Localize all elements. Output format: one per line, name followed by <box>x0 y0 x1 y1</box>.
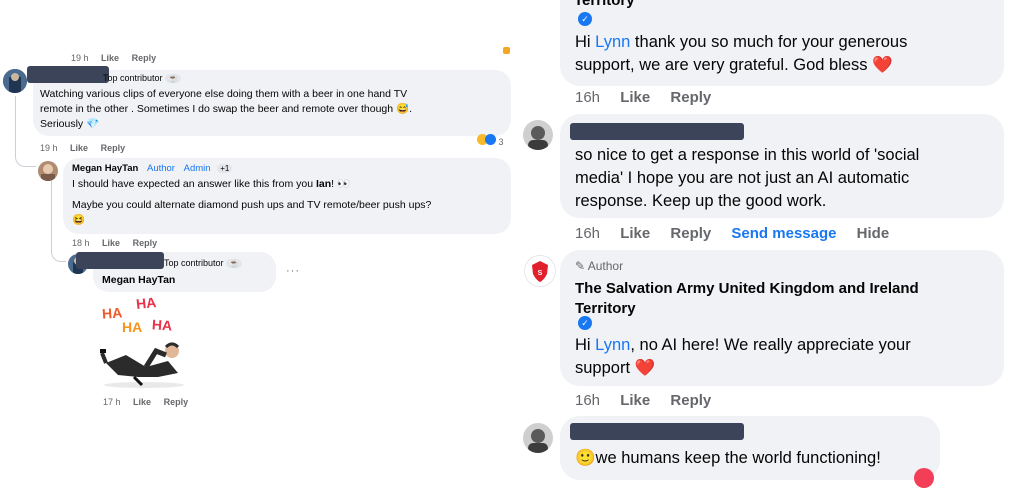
timestamp: 18 h <box>72 238 90 248</box>
author-label: ✎ Author <box>575 259 624 273</box>
comment-text: 🙂we humans keep the world functioning! <box>575 449 881 467</box>
pen-icon: ✎ <box>575 259 586 273</box>
hide-button[interactable]: Hide <box>857 225 890 242</box>
sticker-text: HA <box>135 293 158 313</box>
love-reaction-icon[interactable] <box>914 468 934 488</box>
comment-text: Hi Lynn thank you so much for your gener… <box>575 33 908 74</box>
mention-link[interactable]: Ian <box>316 178 331 190</box>
thread-line <box>51 180 52 248</box>
top-contributor-badge: Top contributor ☕ <box>103 73 182 83</box>
reply-button[interactable]: Reply <box>164 397 189 407</box>
trophy-icon: ☕ <box>165 74 182 83</box>
comment-text: Watching various clips of everyone else … <box>40 88 413 130</box>
like-reaction-icon <box>485 134 496 145</box>
timestamp: 16h <box>575 392 601 409</box>
redacted-name <box>570 423 744 440</box>
comment-meta: 16h Like Reply <box>575 392 727 409</box>
comment-meta: 16h Like Reply Send message Hide <box>575 225 905 242</box>
redacted-name <box>570 123 744 140</box>
send-message-button[interactable]: Send message <box>731 225 836 242</box>
timestamp: 16h <box>575 89 601 106</box>
comment-meta: 16h Like Reply <box>575 89 727 106</box>
reply-button[interactable]: Reply <box>670 392 711 409</box>
author-name[interactable]: Megan HayTan <box>72 163 138 174</box>
reply-button[interactable]: Reply <box>670 225 711 242</box>
top-contributor-badge: Top contributor ☕ <box>164 258 243 268</box>
reply-button[interactable]: Reply <box>133 238 158 248</box>
page-name[interactable]: The Salvation Army United Kingdom and Ir… <box>575 279 919 319</box>
haha-sticker: HA HA HA HA <box>98 293 190 389</box>
like-button[interactable]: Like <box>620 392 650 409</box>
redacted-name <box>76 252 164 269</box>
avatar[interactable] <box>523 120 553 150</box>
avatar[interactable] <box>523 423 553 453</box>
like-button[interactable]: Like <box>70 143 88 153</box>
more-options-icon[interactable]: ··· <box>286 265 300 277</box>
comment-meta: 18 h Like Reply <box>72 238 167 248</box>
mention-link[interactable]: Lynn <box>595 336 630 354</box>
sticker-text: HA <box>101 304 123 322</box>
avatar[interactable] <box>38 161 58 181</box>
timestamp: 16h <box>575 225 601 242</box>
comment-header: Megan HayTan Author Admin +1 <box>72 163 233 174</box>
salvation-army-logo[interactable]: S <box>524 255 556 287</box>
verified-badge-icon: ✓ <box>578 9 592 27</box>
avatar[interactable] <box>3 69 27 93</box>
like-button[interactable]: Like <box>620 89 650 106</box>
comment-text: I should have expected an answer like th… <box>72 178 432 226</box>
reactions-summary[interactable]: 3 <box>477 134 504 147</box>
author-tag: Author <box>146 163 175 174</box>
admin-tag: Admin <box>183 163 211 174</box>
reply-button[interactable]: Reply <box>132 53 157 63</box>
laughing-man-illustration <box>100 342 184 388</box>
like-button[interactable]: Like <box>102 238 120 248</box>
redacted-name <box>27 66 109 83</box>
svg-text:S: S <box>538 270 543 277</box>
like-button[interactable]: Like <box>101 53 119 63</box>
like-button[interactable]: Like <box>620 225 650 242</box>
thread-connector <box>51 245 66 262</box>
trophy-icon: ☕ <box>226 259 243 268</box>
timestamp: 19 h <box>71 53 89 63</box>
page-name[interactable]: Territory <box>574 0 635 9</box>
comment-meta: 19 h Like Reply <box>40 143 135 153</box>
thread-connector <box>15 150 36 167</box>
verified-badge-icon: ✓ <box>578 313 592 331</box>
sticker-text: HA <box>151 316 173 334</box>
comment-text: so nice to get a response in this world … <box>575 146 920 210</box>
like-button[interactable]: Like <box>133 397 151 407</box>
mention-link[interactable]: Megan HayTan <box>102 274 175 286</box>
reactions-count: 3 <box>498 137 504 147</box>
reaction-fragment-icon <box>503 47 510 54</box>
reply-button[interactable]: Reply <box>670 89 711 106</box>
comment-text: Hi Lynn, no AI here! We really appreciat… <box>575 336 911 377</box>
timestamp: 19 h <box>40 143 58 153</box>
timestamp: 17 h <box>103 397 121 407</box>
plus-badge[interactable]: +1 <box>217 164 233 173</box>
thread-line <box>15 96 16 156</box>
reply-button[interactable]: Reply <box>101 143 126 153</box>
mention-link[interactable]: Lynn <box>595 33 630 51</box>
comment-meta: 19 h Like Reply <box>71 53 166 63</box>
comment-meta: 17 h Like Reply <box>103 397 198 407</box>
